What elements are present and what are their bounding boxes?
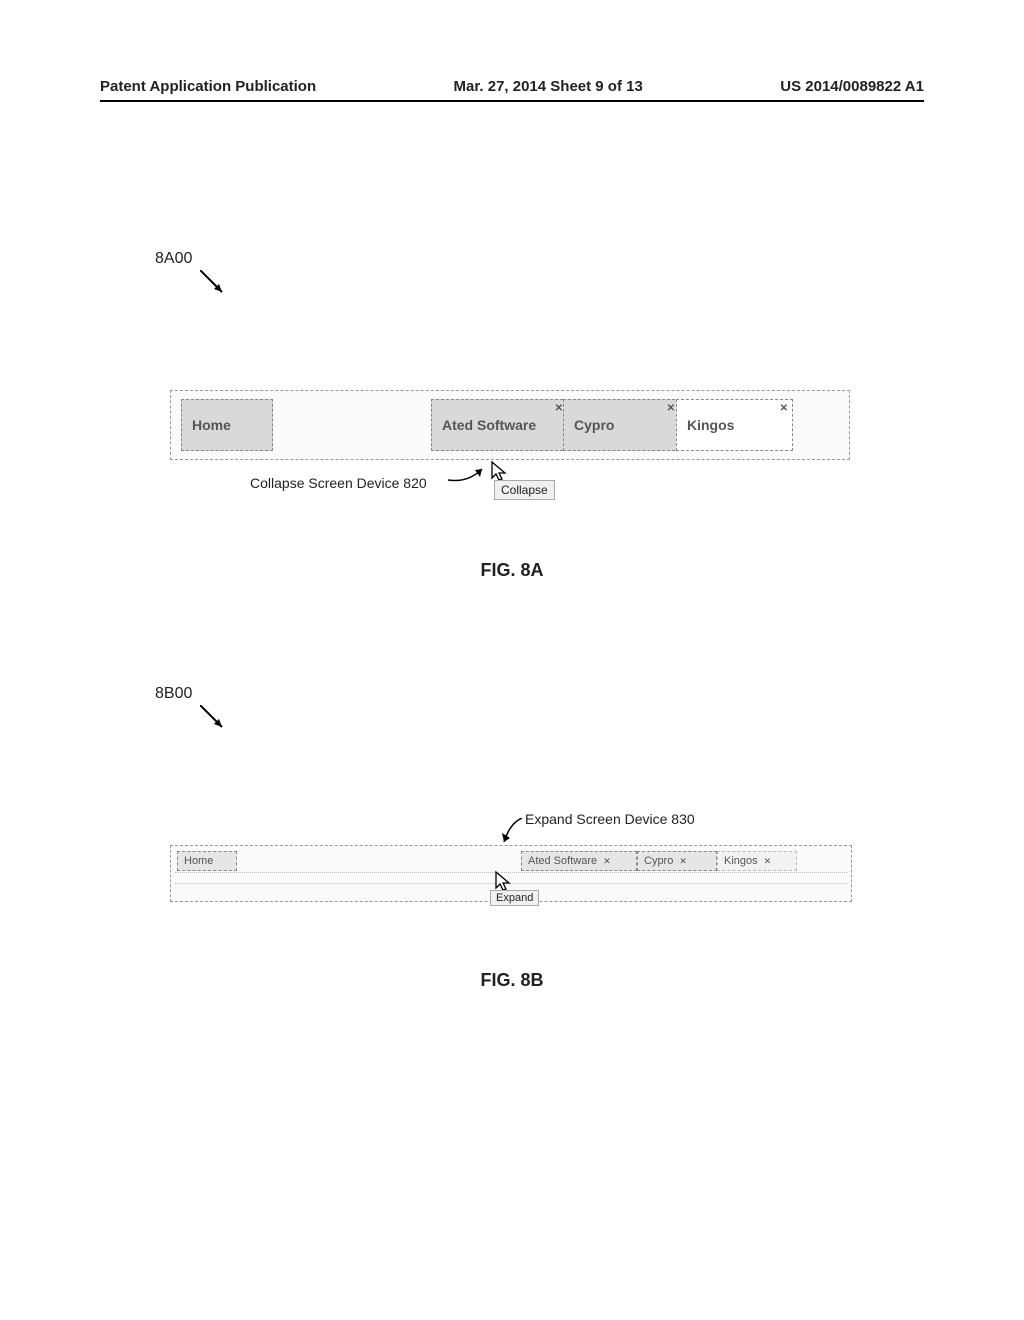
tab-cypro[interactable]: Cypro ✕ bbox=[637, 851, 717, 871]
expand-tooltip: Expand bbox=[490, 890, 539, 906]
ref-arrow-icon bbox=[200, 270, 230, 300]
ref-arrow-icon bbox=[200, 705, 230, 735]
tab-home[interactable]: Home bbox=[181, 399, 273, 451]
tab-cypro[interactable]: Cypro ✕ bbox=[563, 399, 680, 451]
tab-kingos[interactable]: Kingos ✕ bbox=[717, 851, 797, 871]
leader-line-icon bbox=[448, 465, 488, 485]
header-center: Mar. 27, 2014 Sheet 9 of 13 bbox=[454, 78, 643, 95]
tab-home[interactable]: Home bbox=[177, 851, 237, 871]
tab-label: Ated Software bbox=[442, 417, 536, 433]
close-icon[interactable]: ✕ bbox=[764, 856, 772, 867]
fig8a-panel: Home Ated Software ✕ Cypro ✕ Kingos ✕ bbox=[170, 390, 850, 460]
tab-label: Kingos bbox=[687, 417, 734, 433]
close-icon[interactable]: ✕ bbox=[679, 856, 687, 867]
close-icon[interactable]: ✕ bbox=[555, 403, 563, 414]
leader-line-icon bbox=[500, 818, 524, 842]
header-rule bbox=[100, 100, 924, 102]
header-left: Patent Application Publication bbox=[100, 78, 316, 95]
tab-label: Home bbox=[192, 417, 231, 433]
collapse-callout-label: Collapse Screen Device 820 bbox=[250, 475, 427, 491]
collapse-tooltip: Collapse bbox=[494, 480, 555, 500]
cursor-icon bbox=[490, 460, 510, 482]
tab-ated-software[interactable]: Ated Software ✕ bbox=[431, 399, 568, 451]
tab-label: Ated Software bbox=[528, 855, 597, 867]
close-icon[interactable]: ✕ bbox=[667, 403, 675, 414]
patent-page: Patent Application Publication Mar. 27, … bbox=[0, 0, 1024, 1320]
fig8a-caption: FIG. 8A bbox=[0, 560, 1024, 581]
header-right: US 2014/0089822 A1 bbox=[780, 78, 924, 95]
fig8b-caption: FIG. 8B bbox=[0, 970, 1024, 991]
tab-label: Cypro bbox=[574, 417, 614, 433]
ref-label-8b: 8B00 bbox=[155, 685, 192, 703]
tab-kingos[interactable]: Kingos ✕ bbox=[676, 399, 793, 451]
tab-label: Cypro bbox=[644, 855, 673, 867]
cursor-icon bbox=[494, 870, 514, 892]
tab-label: Kingos bbox=[724, 855, 758, 867]
close-icon[interactable]: ✕ bbox=[603, 856, 611, 867]
tab-ated-software[interactable]: Ated Software ✕ bbox=[521, 851, 637, 871]
ref-label-8a: 8A00 bbox=[155, 250, 192, 268]
expand-callout-label: Expand Screen Device 830 bbox=[525, 811, 695, 827]
close-icon[interactable]: ✕ bbox=[780, 403, 788, 414]
page-header: Patent Application Publication Mar. 27, … bbox=[100, 78, 924, 95]
tab-label: Home bbox=[184, 855, 213, 867]
